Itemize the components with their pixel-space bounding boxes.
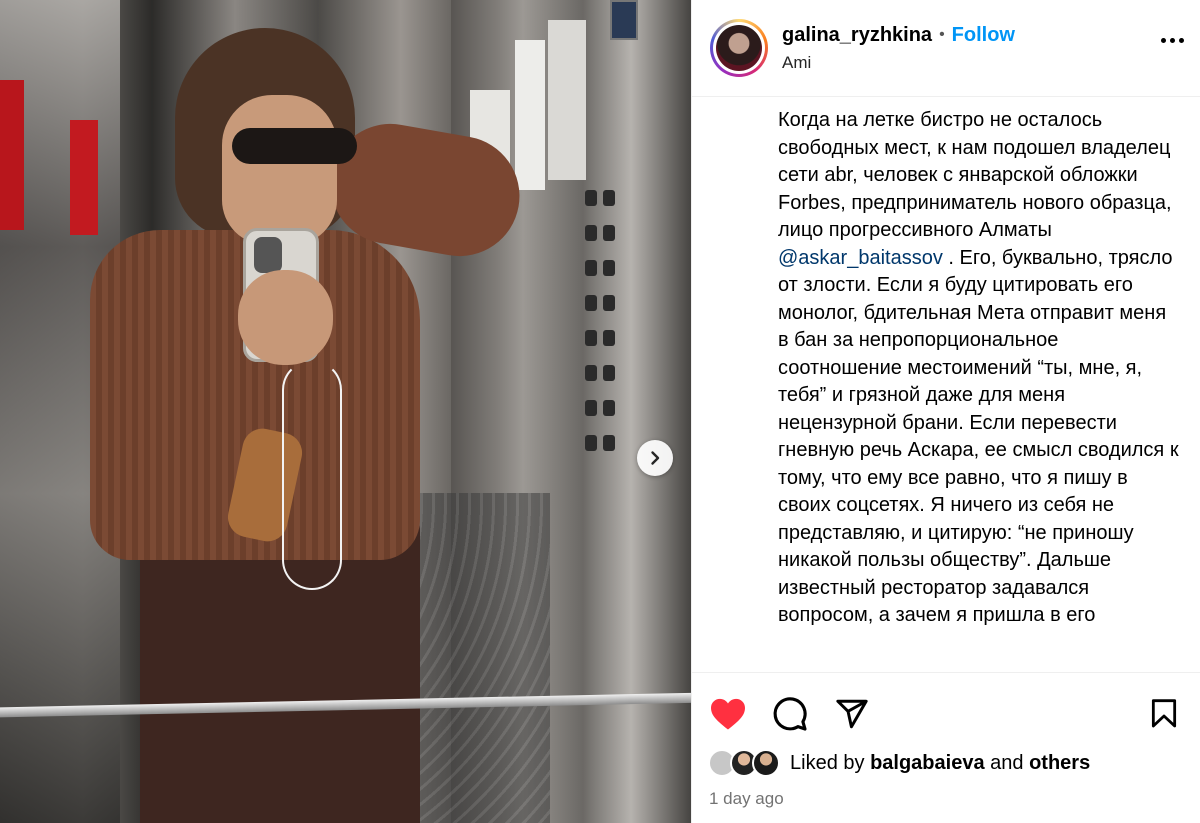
paper-plane-icon	[836, 699, 868, 729]
post-photo[interactable]	[0, 0, 691, 823]
chevron-right-icon	[651, 451, 660, 465]
location-link[interactable]: Ami	[782, 53, 1015, 73]
follow-button[interactable]: Follow	[952, 24, 1015, 47]
elevator-display	[610, 0, 638, 40]
next-photo-button[interactable]	[637, 440, 673, 476]
comment-button[interactable]	[770, 694, 810, 734]
more-horizontal-icon	[1161, 38, 1184, 43]
red-sign	[70, 120, 98, 235]
likes-prefix: Liked by	[790, 751, 871, 774]
liker-avatars	[708, 747, 786, 779]
post-sidebar: galina_ryzhkina • Follow Ami Когда на ле…	[691, 0, 1200, 823]
avatar	[716, 25, 762, 71]
save-button[interactable]	[1144, 694, 1184, 734]
liked-by-user-link[interactable]: balgabaieva	[870, 752, 985, 774]
red-sign	[0, 80, 24, 230]
post-header: galina_ryzhkina • Follow Ami	[692, 0, 1200, 97]
earphone-cable	[282, 360, 342, 590]
bookmark-icon	[1151, 699, 1177, 728]
more-options-button[interactable]	[1161, 38, 1184, 43]
likes-summary[interactable]: Liked by balgabaieva and others	[708, 747, 1184, 779]
share-button[interactable]	[832, 694, 872, 734]
avatar	[752, 749, 780, 777]
heart-filled-icon	[711, 698, 745, 730]
person-face	[222, 95, 337, 245]
post-caption: Когда на летке бистро не осталось свобод…	[778, 107, 1180, 630]
story-ring[interactable]	[710, 19, 768, 77]
separator-dot: •	[939, 26, 945, 43]
likes-and: and	[984, 751, 1030, 774]
instagram-post: galina_ryzhkina • Follow Ami Когда на ле…	[0, 0, 1200, 823]
caption-text: Когда на летке бистро не осталось свобод…	[778, 109, 1172, 241]
others-link[interactable]: others	[1029, 752, 1090, 774]
caption-scroll-area[interactable]: Когда на летке бистро не осталось свобод…	[692, 97, 1200, 672]
wall-notice	[515, 40, 545, 190]
elevator-keypad	[585, 190, 635, 470]
wall-notice	[548, 20, 586, 180]
post-timestamp[interactable]: 1 day ago	[709, 789, 1184, 809]
post-actions: Liked by balgabaieva and others 1 day ag…	[692, 672, 1200, 823]
sunglasses	[232, 128, 357, 164]
person-hand	[238, 270, 333, 365]
mention-link[interactable]: @askar_baitassov	[778, 247, 943, 269]
comment-bubble-icon	[773, 697, 807, 731]
username-link[interactable]: galina_ryzhkina	[782, 24, 932, 47]
like-button[interactable]	[708, 694, 748, 734]
caption-text: . Его, буквально, трясло от злости. Если…	[778, 246, 1179, 627]
